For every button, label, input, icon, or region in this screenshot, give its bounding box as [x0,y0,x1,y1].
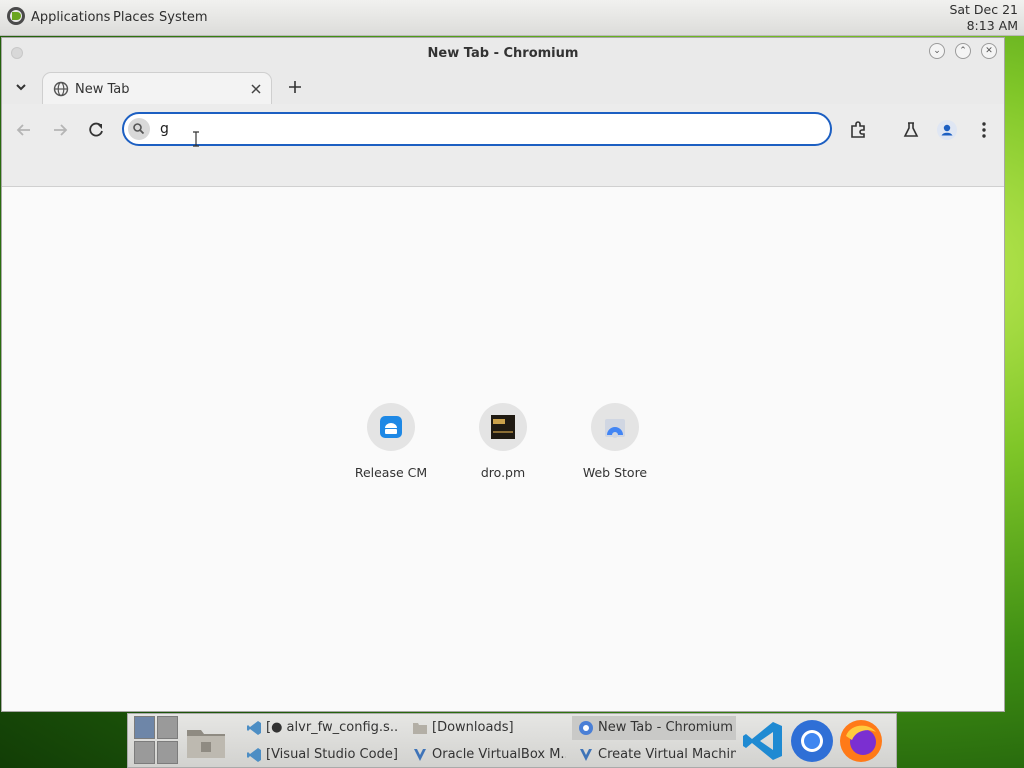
firefox-launcher-icon[interactable] [838,718,884,764]
workspace-3[interactable] [134,741,155,764]
shortcut-icon-circle [367,403,415,451]
shortcut-icon-circle [591,403,639,451]
task-label: Create Virtual Machine [598,747,736,762]
task-label: New Tab - Chromium [598,720,733,735]
clock-time: 8:13 AM [966,18,1018,33]
chromium-icon [579,721,593,735]
tab-new-tab[interactable]: New Tab [42,72,272,104]
vscode-icon [247,721,261,735]
top-panel: Applications Places System Sat Dec 21 8:… [0,0,1024,36]
clock[interactable]: Sat Dec 21 8:13 AM [949,2,1018,34]
address-bar[interactable]: g [122,112,832,147]
workspace-4[interactable] [157,741,178,764]
task-label: Oracle VirtualBox M... [432,747,566,762]
browser-window: New Tab - Chromium ⌄ ⌃ ✕ New Tab g Relea… [1,37,1005,712]
home-folder-icon[interactable] [184,720,228,764]
task-label: [● alvr_fw_config.s... [266,720,398,735]
menu-system[interactable]: System [159,10,207,25]
dro-pm-thumbnail-icon [491,415,515,439]
virtualbox-icon [580,749,592,761]
workspace-switcher[interactable] [134,716,180,766]
toolbar: g [2,104,1004,187]
folder-icon [413,723,427,734]
new-tab-plus-icon[interactable] [286,78,304,96]
close-window-button[interactable]: ✕ [981,43,997,59]
shortcut-release-cm[interactable]: Release CM [341,403,441,480]
tab-title: New Tab [75,82,130,97]
taskbar: [● alvr_fw_config.s... [Downloads] New T… [127,713,897,768]
shortcut-label: dro.pm [480,465,526,480]
extensions-puzzle-icon[interactable] [846,118,870,142]
address-input-text[interactable]: g [160,121,169,137]
distro-logo-icon[interactable] [6,6,26,26]
tab-strip: New Tab [2,70,1004,104]
kebab-menu-icon[interactable] [972,118,996,142]
virtualbox-icon [414,749,426,761]
minimize-button[interactable]: ⌄ [929,43,945,59]
task-label: [Visual Studio Code] [266,747,398,762]
globe-icon [53,81,69,97]
shortcut-label: Release CM [354,465,428,480]
shortcut-label: Web Store [582,465,648,480]
clock-date: Sat Dec 21 [949,2,1018,17]
tab-search-chevron-icon[interactable] [12,78,30,96]
shortcut-web-store[interactable]: Web Store [565,403,665,480]
window-title: New Tab - Chromium [427,46,579,61]
task-chromium[interactable]: New Tab - Chromium [572,716,736,740]
maximize-button[interactable]: ⌃ [955,43,971,59]
back-arrow-icon[interactable] [12,118,36,142]
reload-icon[interactable] [84,118,108,142]
forward-arrow-icon[interactable] [48,118,72,142]
workspace-2[interactable] [157,716,178,739]
close-tab-icon[interactable] [249,82,263,96]
task-visual-studio-code[interactable]: [Visual Studio Code] [240,743,398,767]
task-label: [Downloads] [432,720,514,735]
new-tab-page: Release CM dro.pm Web Store [2,187,1004,711]
text-cursor-icon [193,131,199,147]
task-oracle-virtualbox[interactable]: Oracle VirtualBox M... [406,743,566,767]
shortcut-dro-pm[interactable]: dro.pm [453,403,553,480]
shortcut-icon-circle [479,403,527,451]
menu-applications[interactable]: Applications [31,10,110,25]
task-downloads[interactable]: [Downloads] [406,716,566,740]
menu-places[interactable]: Places [113,10,154,25]
android-icon [380,416,402,438]
vscode-launcher-icon[interactable] [740,718,786,764]
task-vscode-alvr[interactable]: [● alvr_fw_config.s... [240,716,398,740]
search-icon [128,118,150,140]
task-create-virtual-machine[interactable]: Create Virtual Machine [572,743,736,767]
title-bar[interactable]: New Tab - Chromium ⌄ ⌃ ✕ [2,38,1004,70]
workspace-1[interactable] [134,716,155,739]
profile-avatar-icon[interactable] [935,118,959,142]
vscode-icon [247,748,261,762]
labs-flask-icon[interactable] [899,118,923,142]
web-store-icon [605,419,625,438]
chromium-launcher-icon[interactable] [789,718,835,764]
